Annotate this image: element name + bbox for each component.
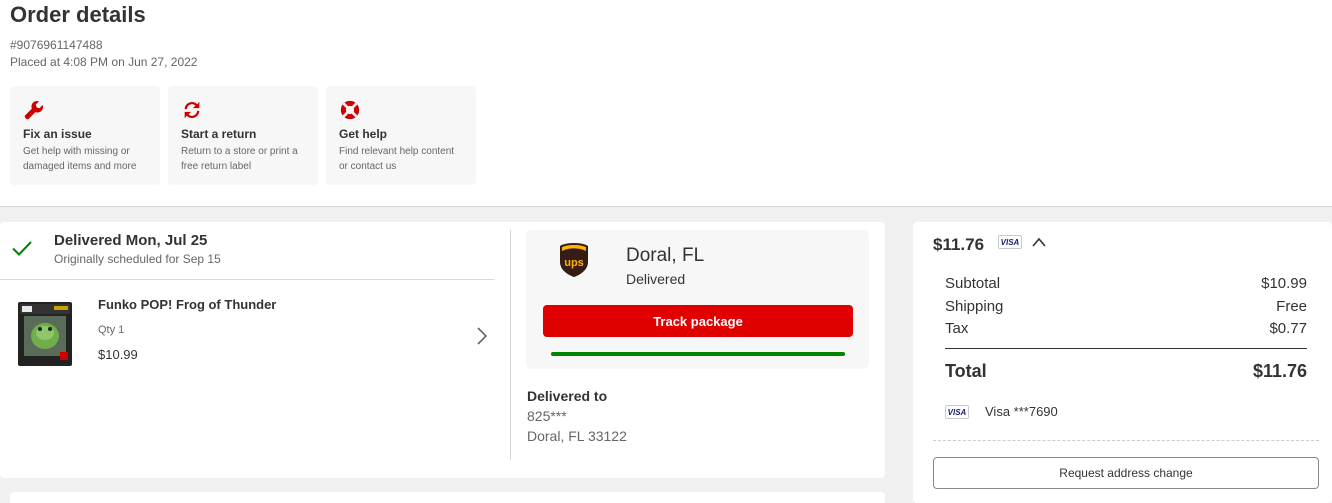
wrench-icon	[24, 100, 44, 120]
start-return-card[interactable]: Start a return Return to a store or prin…	[168, 86, 318, 185]
total-value: $11.76	[1252, 361, 1307, 381]
product-price: $10.99	[98, 347, 138, 362]
tracking-progress-fill	[551, 352, 845, 356]
get-help-desc: Find relevant help content or contact us	[339, 144, 463, 174]
product-quantity: Qty 1	[98, 324, 125, 336]
delivered-to-label: Delivered to	[527, 388, 608, 404]
shipping-value: Free	[1276, 298, 1307, 315]
vertical-divider	[510, 230, 511, 460]
delivery-status: Delivered Mon, Jul 25	[54, 232, 208, 249]
next-shipment-card	[10, 492, 885, 503]
product-image[interactable]	[14, 300, 76, 368]
chevron-up-icon[interactable]	[1031, 235, 1047, 249]
tax-value: $0.77	[1269, 320, 1307, 337]
fix-issue-desc-line1: Get help with missing or	[23, 146, 130, 157]
return-arrows-icon	[184, 101, 200, 119]
lifebuoy-icon	[340, 100, 360, 120]
tracking-progress-bar	[551, 352, 845, 356]
address-line1: 825***	[527, 408, 567, 424]
dashed-divider	[933, 440, 1319, 441]
chevron-right-icon[interactable]	[474, 326, 490, 346]
fix-issue-desc-line2: damaged items and more	[23, 161, 137, 172]
shipping-label: Shipping	[945, 298, 1004, 315]
track-package-button[interactable]: Track package	[543, 305, 853, 337]
total-label: Total	[945, 361, 987, 381]
get-help-desc-line2: or contact us	[339, 161, 397, 172]
order-number: #9076961147488	[10, 38, 103, 52]
order-placed-date: Placed at 4:08 PM on Jun 27, 2022	[10, 55, 198, 69]
start-return-desc-line2: free return label	[181, 161, 252, 172]
get-help-title: Get help	[339, 127, 388, 141]
get-help-card[interactable]: Get help Find relevant help content or c…	[326, 86, 476, 185]
payment-method: Visa ***7690	[985, 404, 1058, 419]
subtotal-value: $10.99	[1261, 275, 1307, 292]
product-name[interactable]: Funko POP! Frog of Thunder	[98, 297, 276, 312]
shipment-location: Doral, FL	[626, 245, 705, 266]
summary-divider	[945, 348, 1307, 349]
visa-card-icon: VISA	[998, 235, 1022, 249]
ups-logo: ups	[560, 243, 588, 277]
start-return-desc: Return to a store or print a free return…	[181, 144, 305, 174]
subtotal-label: Subtotal	[945, 275, 1001, 292]
start-return-title: Start a return	[181, 127, 257, 141]
get-help-desc-line1: Find relevant help content	[339, 146, 455, 157]
divider	[0, 279, 494, 280]
svg-text:ups: ups	[564, 257, 584, 269]
address-line2: Doral, FL 33122	[527, 428, 627, 444]
delivery-original-schedule: Originally scheduled for Sep 15	[54, 252, 221, 266]
start-return-desc-line1: Return to a store or print a	[181, 146, 298, 157]
fix-issue-desc: Get help with missing or damaged items a…	[23, 144, 147, 174]
fix-issue-card[interactable]: Fix an issue Get help with missing or da…	[10, 86, 160, 185]
visa-payment-icon: VISA	[945, 405, 969, 419]
tax-label: Tax	[945, 320, 969, 337]
page-title: Order details	[10, 2, 146, 27]
checkmark-icon	[12, 241, 32, 256]
shipment-status: Delivered	[626, 271, 686, 287]
fix-issue-title: Fix an issue	[23, 127, 92, 141]
request-address-change-button[interactable]: Request address change	[933, 457, 1319, 489]
summary-total-header[interactable]: $11.76	[933, 235, 984, 255]
